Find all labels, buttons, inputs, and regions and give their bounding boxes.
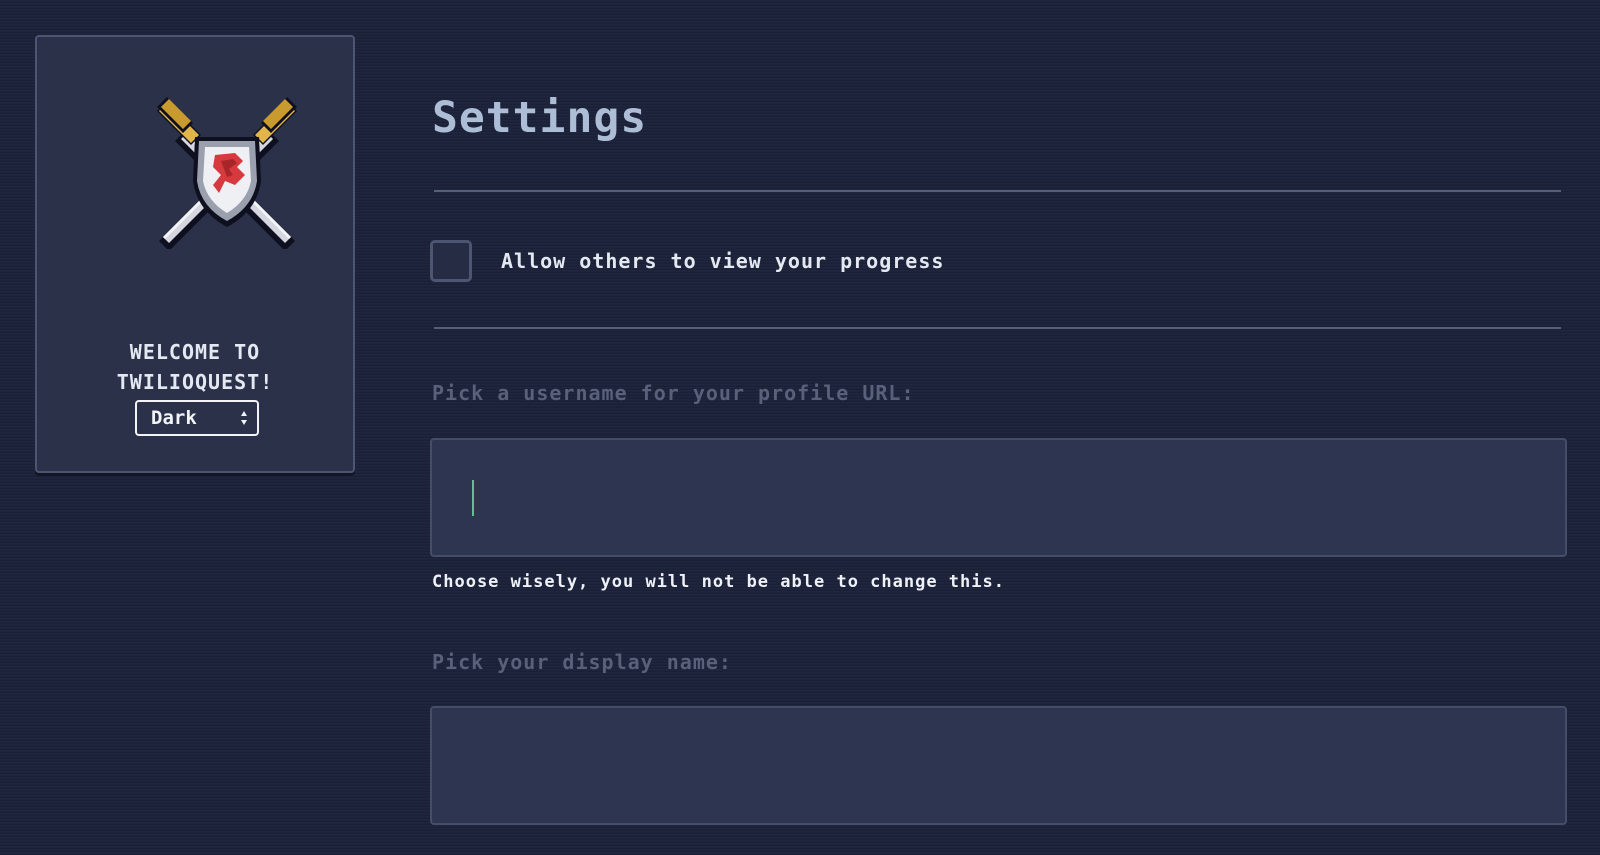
username-hint: Choose wisely, you will not be able to c… [432,572,1005,592]
progress-visibility-label[interactable]: Allow others to view your progress [501,249,944,273]
divider [434,190,1561,192]
up-down-chevron-icon [241,411,247,425]
page-title: Settings [432,93,648,143]
display-name-label: Pick your display name: [432,650,732,674]
text-caret [472,480,474,516]
welcome-heading: WELCOME TO TWILIOQUEST! [37,337,353,397]
username-input[interactable] [430,438,1567,557]
welcome-card: WELCOME TO TWILIOQUEST! Dark [35,35,355,473]
theme-select[interactable]: Dark [135,400,259,436]
welcome-line-2: TWILIOQUEST! [116,370,274,394]
display-name-input[interactable] [430,706,1567,825]
divider [434,327,1561,329]
username-label: Pick a username for your profile URL: [432,381,915,405]
progress-visibility-row: Allow others to view your progress [430,240,944,282]
welcome-line-1: WELCOME TO [129,340,261,364]
crossed-swords-shield-icon [157,97,297,249]
theme-select-value: Dark [151,407,197,429]
progress-visibility-checkbox[interactable] [430,240,472,282]
